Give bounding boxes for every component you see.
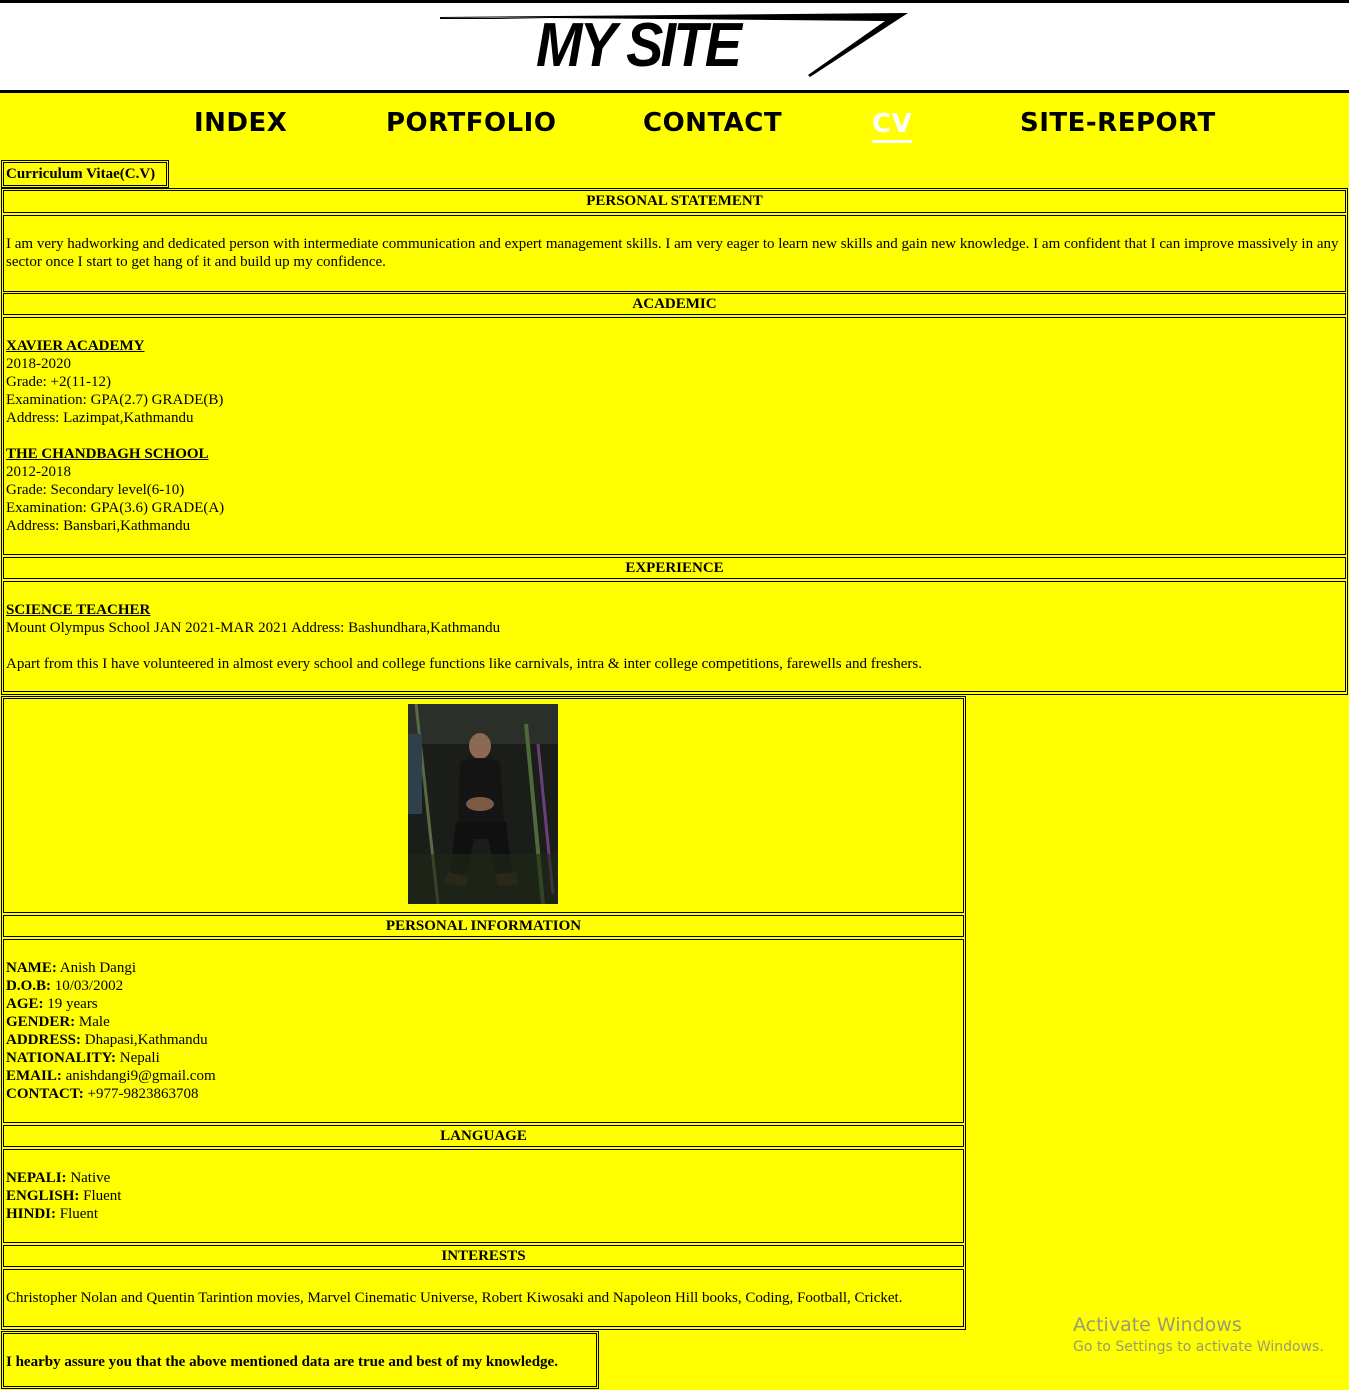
school-years: 2012-2018	[6, 464, 71, 480]
nav-link-site-report[interactable]: SITE-REPORT	[1020, 108, 1216, 138]
personal-info-heading: PERSONAL INFORMATION	[3, 915, 964, 937]
school-name: XAVIER ACADEMY	[6, 338, 145, 354]
experience-role: SCIENCE TEACHER	[6, 602, 151, 618]
windows-activation-watermark: Activate Windows Go to Settings to activ…	[1073, 1313, 1324, 1357]
declaration-text: I hearby assure you that the above menti…	[3, 1333, 597, 1387]
school-name: THE CHANDBAGH SCHOOL	[6, 446, 209, 462]
watermark-title: Activate Windows	[1073, 1314, 1242, 1336]
info-row: CONTACT: +977-9823863708	[6, 1086, 199, 1102]
language-row: ENGLISH: Fluent	[6, 1188, 122, 1204]
declaration-box: I hearby assure you that the above menti…	[1, 1331, 599, 1389]
nav-link-index[interactable]: INDEX	[194, 108, 287, 138]
experience-detail: Mount Olympus School JAN 2021-MAR 2021 A…	[6, 620, 501, 636]
nav-link-contact[interactable]: CONTACT	[643, 108, 782, 138]
school-exam: Examination: GPA(3.6) GRADE(A)	[6, 500, 225, 516]
info-row: D.O.B: 10/03/2002	[6, 978, 124, 994]
nav-link-portfolio[interactable]: PORTFOLIO	[386, 108, 556, 138]
person-photo-icon	[408, 704, 558, 904]
info-row: NAME: Anish Dangi	[6, 960, 136, 976]
language-heading: LANGUAGE	[3, 1125, 964, 1147]
nav-link-cv[interactable]: CV	[872, 108, 913, 143]
info-row: NATIONALITY: Nepali	[6, 1050, 160, 1066]
experience-extra: Apart from this I have volunteered in al…	[6, 656, 922, 672]
school-address: Address: Bansbari,Kathmandu	[6, 518, 191, 534]
personal-statement-text: I am very hadworking and dedicated perso…	[3, 215, 1346, 292]
school-exam: Examination: GPA(2.7) GRADE(B)	[6, 392, 224, 408]
language-content: NEPALI: Native ENGLISH: Fluent HINDI: Fl…	[3, 1149, 964, 1243]
experience-heading: EXPERIENCE	[3, 557, 1346, 579]
profile-photo	[408, 704, 558, 904]
info-row: ADDRESS: Dhapasi,Kathmandu	[6, 1032, 208, 1048]
academic-content: XAVIER ACADEMY 2018-2020 Grade: +2(11-12…	[3, 317, 1346, 555]
language-row: HINDI: Fluent	[6, 1206, 99, 1222]
school-years: 2018-2020	[6, 356, 71, 372]
info-row: EMAIL: anishdangi9@gmail.com	[6, 1068, 216, 1084]
cv-title: Curriculum Vitae(C.V)	[3, 162, 167, 186]
cv-title-box: Curriculum Vitae(C.V)	[1, 160, 169, 188]
school-address: Address: Lazimpat,Kathmandu	[6, 410, 194, 426]
academic-heading: ACADEMIC	[3, 293, 1346, 315]
personal-info-content: NAME: Anish Dangi D.O.B: 10/03/2002 AGE:…	[3, 939, 964, 1123]
watermark-subtitle: Go to Settings to activate Windows.	[1073, 1339, 1324, 1355]
experience-content: SCIENCE TEACHER Mount Olympus School JAN…	[3, 581, 1346, 692]
info-row: GENDER: Male	[6, 1014, 110, 1030]
personal-statement-heading: PERSONAL STATEMENT	[3, 190, 1346, 213]
site-header: MY SITE	[0, 0, 1349, 93]
interests-heading: INTERESTS	[3, 1245, 964, 1267]
info-row: AGE: 19 years	[6, 996, 98, 1012]
language-row: NEPALI: Native	[6, 1170, 111, 1186]
school-grade: Grade: +2(11-12)	[6, 374, 111, 390]
school-grade: Grade: Secondary level(6-10)	[6, 482, 185, 498]
interests-content: Christopher Nolan and Quentin Tarintion …	[3, 1269, 964, 1327]
site-logo[interactable]: MY SITE	[536, 15, 742, 77]
